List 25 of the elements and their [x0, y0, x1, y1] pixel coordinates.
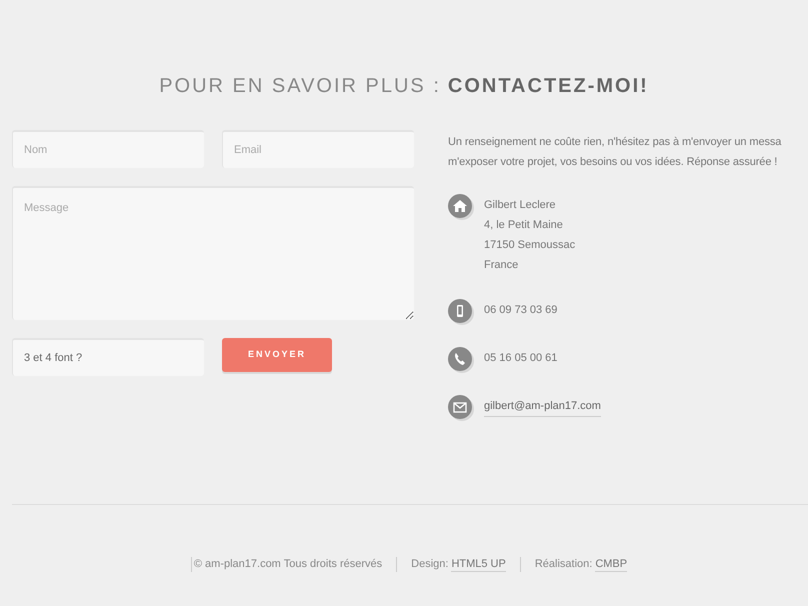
home-icon — [448, 194, 472, 218]
heading-emphasis: CONTACTEZ-MOI! — [448, 74, 649, 99]
message-field[interactable]: Message — [12, 186, 414, 320]
intro-text: m'exposer votre projet, vos besoins ou vos idées. Réponse assurée ! — [448, 155, 778, 170]
heading-text: POUR EN SAVOIR PLUS : — [159, 74, 441, 99]
address-line: 4, le Petit Maine — [484, 218, 564, 233]
address-line: Gilbert Leclere — [484, 198, 557, 213]
email-link[interactable]: gilbert@am-plan17.com — [484, 396, 601, 417]
footer-text: Réalisation: — [534, 557, 592, 572]
mobile-phone-icon — [448, 299, 472, 323]
footer-link[interactable]: CMBP — [595, 557, 628, 572]
phone-number: 05 16 05 00 61 — [484, 351, 558, 366]
phone-icon — [448, 347, 472, 371]
footer-text: © am-plan17.com Tous droits réservés — [194, 557, 382, 572]
address-line: 17150 Semoussac — [484, 238, 576, 253]
address-line: France — [484, 258, 520, 273]
footer-text: Design: — [411, 557, 448, 572]
envelope-icon — [448, 395, 472, 419]
captcha-field[interactable]: 3 et 4 font ? — [12, 338, 204, 376]
intro-text: Un renseignement ne coûte rien, n'hésitez pas à m'envoyer un messa — [448, 135, 782, 150]
footer-link[interactable]: HTML5 UP — [451, 557, 506, 572]
name-field[interactable]: Nom — [12, 130, 204, 168]
email-field[interactable]: Email — [222, 130, 414, 168]
send-button[interactable]: ENVOYER — [222, 338, 332, 372]
phone-number: 06 09 73 03 69 — [484, 303, 558, 318]
